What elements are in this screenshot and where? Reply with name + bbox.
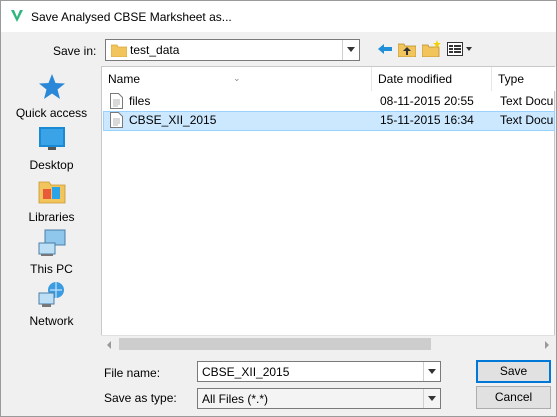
new-folder-icon[interactable] <box>422 40 442 57</box>
file-row-selected[interactable]: CBSE_XII_2015 15-11-2015 16:34 Text Docu <box>103 111 555 131</box>
file-name-label: File name: <box>104 366 161 380</box>
save-in-label: Save in: <box>53 44 97 58</box>
cancel-button[interactable]: Cancel <box>476 386 551 409</box>
star-icon <box>39 74 65 99</box>
place-label: This PC <box>30 262 73 276</box>
scroll-right-icon[interactable] <box>538 336 555 353</box>
network-icon <box>38 282 64 307</box>
save-button[interactable]: Save <box>476 360 551 383</box>
file-type: Text Docu <box>500 94 554 108</box>
save-dialog: Save Analysed CBSE Marksheet as... Save … <box>0 0 557 417</box>
horizontal-scrollbar[interactable] <box>101 335 555 352</box>
places-bar: Quick access Desktop Libraries This PC N… <box>8 66 95 356</box>
scrollbar-thumb[interactable] <box>119 338 431 350</box>
save-in-value: test_data <box>130 43 180 57</box>
place-desktop[interactable]: Desktop <box>8 123 95 175</box>
place-network[interactable]: Network <box>8 279 95 331</box>
desktop-icon <box>39 127 65 150</box>
column-header-name[interactable]: ⌄ Name <box>102 67 372 91</box>
sort-caret-icon: ⌄ <box>233 73 241 83</box>
place-label: Network <box>29 314 74 328</box>
save-as-type-value: All Files (*.*) <box>202 392 269 406</box>
place-this-pc[interactable]: This PC <box>8 227 95 279</box>
save-in-dropdown[interactable]: test_data <box>105 39 360 61</box>
back-arrow-icon[interactable] <box>377 42 393 56</box>
view-menu-icon[interactable] <box>447 42 473 56</box>
place-label: Quick access <box>15 106 88 120</box>
up-folder-icon[interactable] <box>398 41 416 57</box>
chevron-down-icon[interactable] <box>342 40 359 60</box>
libraries-icon <box>38 181 66 204</box>
chevron-down-icon[interactable] <box>423 362 440 381</box>
file-list[interactable]: ⌄ Name Date modified Type files 08-11-20… <box>101 66 556 351</box>
computer-icon <box>38 229 66 256</box>
scroll-left-icon[interactable] <box>101 336 118 353</box>
file-name-input[interactable]: CBSE_XII_2015 <box>197 361 441 382</box>
file-date: 08-11-2015 20:55 <box>380 94 474 108</box>
save-as-type-label: Save as type: <box>104 391 177 405</box>
file-name: files <box>129 94 151 108</box>
folder-icon <box>111 44 127 57</box>
window-title: Save Analysed CBSE Marksheet as... <box>31 10 232 24</box>
file-name: CBSE_XII_2015 <box>129 113 217 127</box>
place-quick-access[interactable]: Quick access <box>8 71 95 123</box>
file-name-value: CBSE_XII_2015 <box>202 365 290 379</box>
column-header-type[interactable]: Type <box>492 67 556 91</box>
title-bar[interactable]: Save Analysed CBSE Marksheet as... <box>1 1 556 32</box>
place-label: Libraries <box>28 210 75 224</box>
file-row[interactable]: files 08-11-2015 20:55 Text Docu <box>103 92 555 112</box>
place-libraries[interactable]: Libraries <box>8 175 95 227</box>
app-icon <box>11 10 23 22</box>
place-label: Desktop <box>29 158 74 172</box>
file-type: Text Docu <box>500 113 554 127</box>
chevron-down-icon[interactable] <box>423 389 440 408</box>
save-as-type-dropdown[interactable]: All Files (*.*) <box>197 388 441 409</box>
column-header-date[interactable]: Date modified <box>372 67 492 91</box>
text-file-icon <box>110 93 123 109</box>
text-file-icon <box>110 112 123 128</box>
file-date: 15-11-2015 16:34 <box>380 113 474 127</box>
